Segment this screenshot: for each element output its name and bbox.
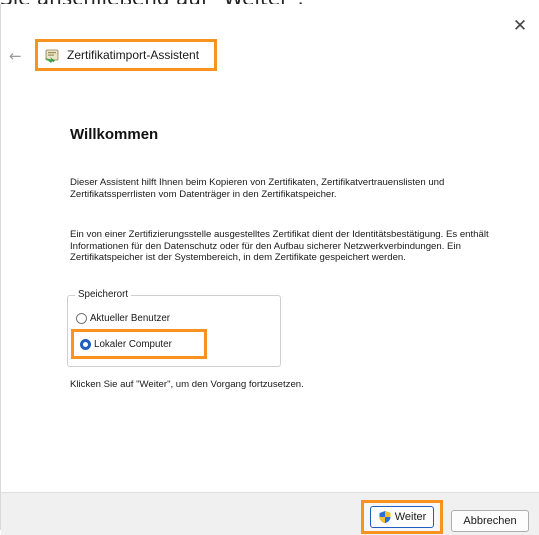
certificate-import-wizard-dialog: ✕ ← Zertifikatimport-Assistent Willkomme…: [0, 4, 539, 535]
next-button[interactable]: Weiter: [370, 506, 434, 528]
wizard-title-highlight: Zertifikatimport-Assistent: [35, 39, 217, 71]
wizard-footer: Weiter Abbrechen: [1, 492, 539, 535]
intro-paragraph: Dieser Assistent hilft Ihnen beim Kopier…: [70, 177, 445, 200]
radio-circle-checked[interactable]: [80, 338, 91, 350]
store-location-label: Speicherort: [75, 289, 132, 300]
cancel-button[interactable]: Abbrechen: [451, 510, 529, 532]
radio-circle-unchecked[interactable]: [76, 313, 87, 324]
info-paragraph: Ein von einer Zertifizierungsstelle ausg…: [70, 229, 489, 263]
radio-label-current-user: Aktueller Benutzer: [90, 313, 171, 324]
radio-label-local-computer: Lokaler Computer: [94, 338, 172, 350]
close-button[interactable]: ✕: [510, 16, 530, 36]
back-button[interactable]: ←: [9, 48, 25, 64]
wizard-title: Zertifikatimport-Assistent: [67, 48, 200, 62]
continue-hint: Klicken Sie auf "Weiter", um den Vorgang…: [70, 379, 304, 390]
uac-shield-icon: [379, 511, 391, 524]
radio-current-user[interactable]: Aktueller Benutzer: [76, 313, 170, 324]
next-button-highlight: Weiter: [361, 500, 443, 534]
wizard-content: Willkommen Dieser Assistent hilft Ihnen …: [46, 89, 531, 489]
page-heading: Willkommen: [70, 126, 159, 143]
certificate-icon: [45, 49, 59, 63]
radio-local-computer[interactable]: Lokaler Computer: [71, 329, 207, 359]
next-button-label: Weiter: [394, 511, 427, 523]
